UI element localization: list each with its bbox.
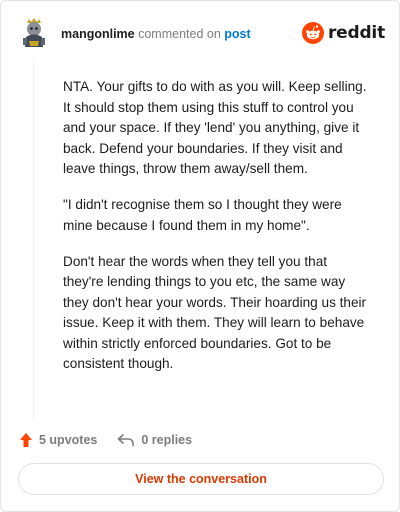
thread-line bbox=[33, 59, 34, 419]
reddit-wordmark: reddit bbox=[327, 23, 385, 43]
comment-paragraph: NTA. Your gifts to do with as you will. … bbox=[63, 79, 367, 176]
reddit-logo-icon bbox=[301, 22, 324, 44]
username-link[interactable]: mangonlime bbox=[61, 27, 135, 41]
upvote-arrow-icon bbox=[20, 433, 32, 447]
reply-count: 0 replies bbox=[141, 433, 193, 447]
comment-paragraph: Don't hear the words when they tell you … bbox=[63, 253, 367, 372]
view-conversation-button[interactable]: View the conversation bbox=[18, 463, 384, 495]
comment-meta: mangonlime commented on post bbox=[61, 27, 251, 41]
comment-card: mangonlime commented on post reddit NTA.… bbox=[0, 0, 400, 512]
post-link[interactable]: post bbox=[224, 27, 250, 41]
comment-header: mangonlime commented on post reddit bbox=[19, 17, 385, 51]
upvote-button[interactable]: 5 upvotes bbox=[19, 432, 97, 448]
comment-paragraph: "I didn't recognise them so I thought th… bbox=[63, 197, 342, 233]
reddit-logo[interactable]: reddit bbox=[301, 21, 385, 45]
upvote-count: 5 upvotes bbox=[39, 433, 98, 447]
comment-body: NTA. Your gifts to do with as you will. … bbox=[63, 77, 371, 390]
commented-on-text: commented on bbox=[138, 27, 221, 41]
reply-button[interactable]: 0 replies bbox=[117, 433, 192, 447]
reply-arrow-icon bbox=[118, 434, 135, 447]
comment-actions: 5 upvotes 0 replies bbox=[19, 431, 212, 449]
snoo-avatar-icon[interactable] bbox=[19, 17, 49, 49]
